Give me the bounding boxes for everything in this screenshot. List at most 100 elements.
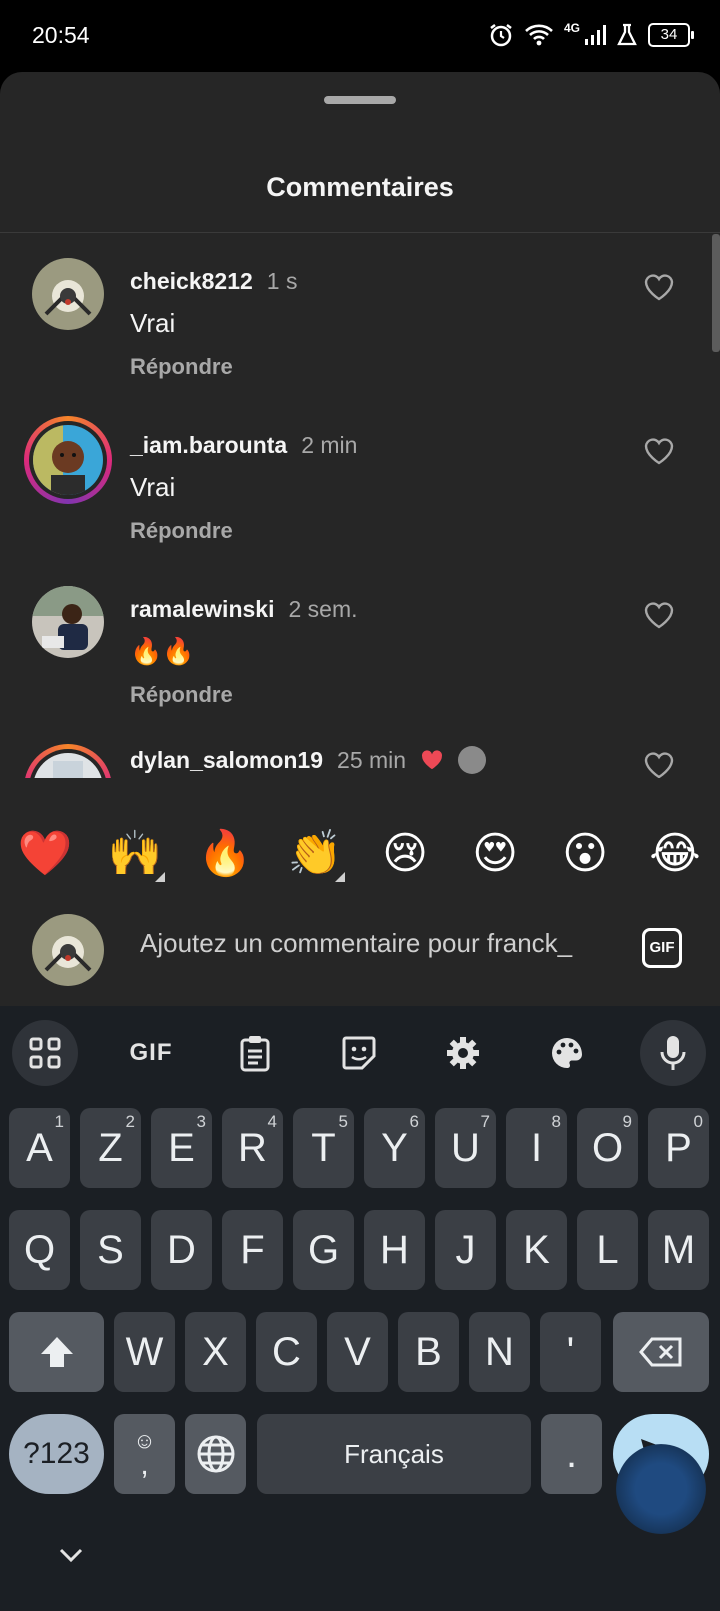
key-label: A bbox=[26, 1125, 53, 1170]
apps-grid-icon bbox=[29, 1037, 61, 1069]
space-key[interactable]: Français bbox=[257, 1414, 531, 1494]
key-g[interactable]: G bbox=[293, 1210, 354, 1290]
language-key[interactable] bbox=[185, 1414, 246, 1494]
emoji-fire[interactable]: 🔥 bbox=[193, 824, 257, 884]
key-hint: 7 bbox=[480, 1112, 490, 1131]
key-w[interactable]: W bbox=[114, 1312, 175, 1392]
key-c[interactable]: C bbox=[256, 1312, 317, 1392]
avatar[interactable] bbox=[32, 586, 104, 658]
comment-username[interactable]: cheick8212 bbox=[130, 268, 253, 295]
key-a[interactable]: A1 bbox=[9, 1108, 70, 1188]
key-n[interactable]: N bbox=[469, 1312, 530, 1392]
key-j[interactable]: J bbox=[435, 1210, 496, 1290]
my-avatar bbox=[32, 914, 104, 986]
key-r[interactable]: R4 bbox=[222, 1108, 283, 1188]
emoji-crying-face[interactable]: 😢 bbox=[373, 824, 437, 884]
key-label: Z bbox=[98, 1125, 123, 1170]
backspace-key[interactable] bbox=[613, 1312, 709, 1392]
emoji-heart-eyes[interactable]: 😍 bbox=[463, 824, 527, 884]
avatar[interactable] bbox=[32, 258, 104, 330]
voice-input-button[interactable] bbox=[640, 1020, 706, 1086]
key-label: E bbox=[168, 1125, 195, 1170]
key-label: P bbox=[665, 1125, 692, 1170]
keyboard-gif-button[interactable]: GIF bbox=[118, 1020, 184, 1086]
drag-handle[interactable] bbox=[324, 96, 396, 104]
key-label: U bbox=[451, 1125, 480, 1170]
emoji-glyph: 👏 bbox=[287, 829, 343, 878]
reply-button[interactable]: Répondre bbox=[130, 518, 233, 544]
key-v[interactable]: V bbox=[327, 1312, 388, 1392]
shift-key[interactable] bbox=[9, 1312, 104, 1392]
key-z[interactable]: Z2 bbox=[80, 1108, 141, 1188]
key-hint: 2 bbox=[125, 1112, 135, 1131]
key-label: T bbox=[311, 1125, 336, 1170]
palette-icon bbox=[552, 1038, 582, 1068]
emoji-raising-hands[interactable]: 🙌 bbox=[103, 824, 167, 884]
reply-button[interactable]: Répondre bbox=[130, 354, 233, 380]
key-t[interactable]: T5 bbox=[293, 1108, 354, 1188]
clipboard-icon bbox=[240, 1036, 270, 1072]
key-k[interactable]: K bbox=[506, 1210, 567, 1290]
creator-liked-heart-icon bbox=[422, 750, 443, 770]
wifi-icon bbox=[525, 24, 553, 46]
gif-button[interactable]: GIF bbox=[642, 928, 682, 968]
comment-time: 1 s bbox=[266, 268, 298, 294]
emoji-comma-key[interactable]: ☺ , bbox=[114, 1414, 175, 1494]
comment-username[interactable]: _iam.barounta bbox=[130, 432, 287, 459]
key-h[interactable]: H bbox=[364, 1210, 425, 1290]
variant-indicator bbox=[155, 872, 165, 882]
alarm-icon bbox=[490, 24, 512, 47]
key-d[interactable]: D bbox=[151, 1210, 212, 1290]
comment-time: 2 min bbox=[301, 432, 358, 458]
key-b[interactable]: B bbox=[398, 1312, 459, 1392]
key-i[interactable]: I8 bbox=[506, 1108, 567, 1188]
key-label: O bbox=[591, 1125, 624, 1170]
theme-button[interactable] bbox=[534, 1020, 600, 1086]
key-hint: 6 bbox=[409, 1112, 419, 1131]
signal-icon bbox=[585, 25, 606, 45]
keyboard: GIF A1 Z2 E3 R4 T5 Y6 U7 I8 O9 P0 Q S D … bbox=[0, 1006, 720, 1611]
like-heart-icon[interactable] bbox=[642, 598, 676, 632]
emoji-red-heart[interactable]: ❤️ bbox=[13, 824, 77, 884]
scrollbar[interactable] bbox=[712, 234, 720, 352]
key-label: Y bbox=[381, 1125, 408, 1170]
reply-button[interactable]: Répondre bbox=[130, 682, 233, 708]
like-heart-icon[interactable] bbox=[642, 434, 676, 468]
comment-username[interactable]: ramalewinski bbox=[130, 596, 274, 623]
key-hint: 0 bbox=[693, 1112, 703, 1131]
comment-username[interactable]: dylan_salomon19 bbox=[130, 747, 323, 774]
key-p[interactable]: P0 bbox=[648, 1108, 709, 1188]
key-x[interactable]: X bbox=[185, 1312, 246, 1392]
clipboard-button[interactable] bbox=[222, 1020, 288, 1086]
like-heart-icon[interactable] bbox=[642, 270, 676, 304]
key-u[interactable]: U7 bbox=[435, 1108, 496, 1188]
collapse-keyboard-icon[interactable] bbox=[56, 1540, 86, 1570]
keyboard-settings-button[interactable] bbox=[430, 1020, 496, 1086]
key-hint: 5 bbox=[338, 1112, 348, 1131]
status-icons: 4G 34 bbox=[488, 20, 694, 50]
key-o[interactable]: O9 bbox=[577, 1108, 638, 1188]
period-key[interactable]: . bbox=[541, 1414, 602, 1494]
key-m[interactable]: M bbox=[648, 1210, 709, 1290]
header-divider bbox=[0, 232, 720, 233]
like-heart-icon[interactable] bbox=[642, 748, 676, 778]
key-y[interactable]: Y6 bbox=[364, 1108, 425, 1188]
emoji-surprised-face[interactable]: 😮 bbox=[553, 824, 617, 884]
sticker-button[interactable] bbox=[326, 1020, 392, 1086]
key-s[interactable]: S bbox=[80, 1210, 141, 1290]
avatar-story-ring[interactable] bbox=[24, 416, 112, 504]
emoji-clapping-hands[interactable]: 👏 bbox=[283, 824, 347, 884]
comments-sheet: Commentaires cheick8212 1 s Vrai Répondr… bbox=[0, 72, 720, 1006]
key-q[interactable]: Q bbox=[9, 1210, 70, 1290]
comment-input[interactable]: Ajoutez un commentaire pour franck_ bbox=[140, 928, 610, 972]
numbers-key[interactable]: ?123 bbox=[9, 1414, 104, 1494]
key-l[interactable]: L bbox=[577, 1210, 638, 1290]
status-time: 20:54 bbox=[32, 22, 90, 48]
key-label: R bbox=[238, 1125, 267, 1170]
emoji-tears-of-joy[interactable]: 😂 bbox=[643, 824, 707, 884]
key-f[interactable]: F bbox=[222, 1210, 283, 1290]
avatar-story-ring[interactable] bbox=[24, 744, 112, 778]
key-apostrophe[interactable]: ' bbox=[540, 1312, 601, 1392]
key-e[interactable]: E3 bbox=[151, 1108, 212, 1188]
apps-grid-button[interactable] bbox=[12, 1020, 78, 1086]
